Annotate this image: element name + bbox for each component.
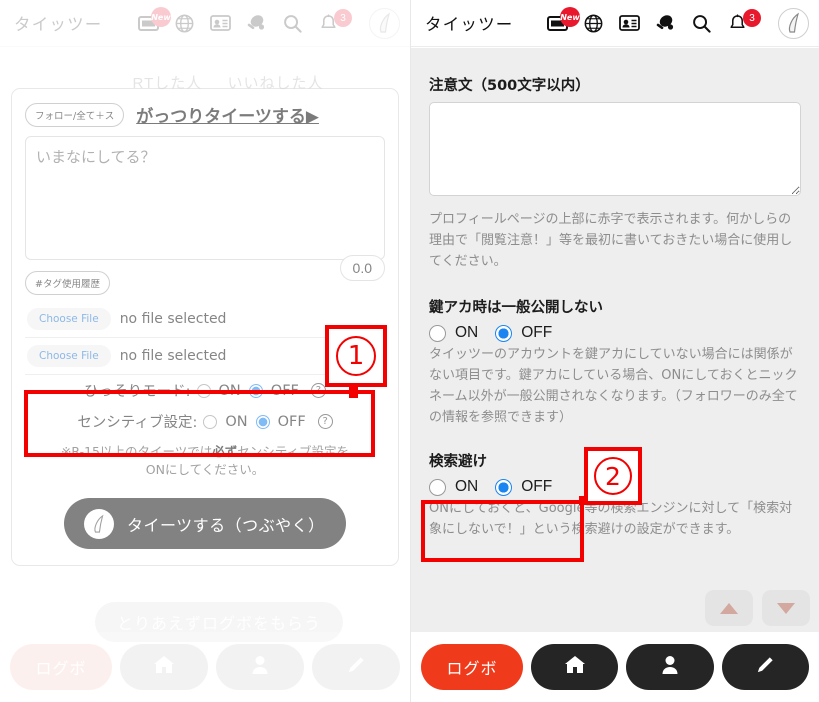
pencil-icon (755, 654, 776, 680)
home-icon (563, 654, 587, 681)
ticket-icon[interactable]: New (137, 7, 171, 34)
logbo-button-label: ログボ (35, 659, 87, 678)
pingpong-icon[interactable] (245, 12, 267, 34)
full-compose-link[interactable]: がっつりタイーツする▶ (136, 102, 319, 127)
home-button[interactable] (120, 644, 208, 690)
notice-label: 注意文（500文字以内） (429, 78, 590, 94)
new-badge: New (151, 7, 171, 27)
right-appbar-icons: New 3 (546, 7, 809, 39)
logbo-button-label: ログボ (446, 659, 498, 678)
id-card-icon[interactable] (209, 12, 231, 34)
id-card-icon[interactable] (618, 12, 640, 34)
private-account-radios: ON OFF (429, 324, 801, 342)
annotation-2-number: 2 (594, 457, 632, 495)
triangle-down-icon (777, 602, 795, 614)
app-brand: タイッツー (14, 15, 103, 34)
choose-file-button-2[interactable]: Choose File (27, 345, 111, 367)
screenshot-root: タイッツー New 3 RTした人 いいねした人 フォロー/全て＋ス がっつりタ… (0, 0, 819, 702)
tag-row: 0.0 #タグ使用履歴 (25, 255, 385, 295)
globe-icon[interactable] (173, 12, 195, 34)
search-avoid-off-label: OFF (521, 478, 553, 496)
compose-button[interactable] (721, 644, 809, 690)
search-icon[interactable] (690, 12, 712, 34)
right-panel: タイッツー New 3 注意文（500文字以内） プロフィールページの上部に赤字… (410, 0, 819, 702)
annotation-2-marker: 2 (584, 447, 642, 505)
left-appbar-icons: New 3 (137, 7, 400, 39)
choose-file-button-1[interactable]: Choose File (27, 308, 111, 330)
notice-textarea[interactable] (429, 102, 801, 196)
left-panel: タイッツー New 3 RTした人 いいねした人 フォロー/全て＋ス がっつりタ… (0, 0, 410, 702)
left-appbar: タイッツー New 3 (0, 0, 410, 47)
private-account-block: 鍵アカ時は一般公開しない ON OFF タイッツーのアカウントを鍵アカにしていな… (429, 296, 801, 428)
search-avoid-off-radio[interactable] (495, 478, 513, 496)
tweet-submit-label: タイーツする（つぶやく） (127, 515, 325, 535)
private-account-on-radio[interactable] (429, 324, 446, 342)
private-account-label: 鍵アカ時は一般公開しない (429, 300, 603, 317)
right-bottom-nav: ログボ (411, 632, 819, 702)
annotation-1-marker: 1 (325, 325, 387, 387)
search-avoid-on-radio[interactable] (429, 478, 446, 496)
bell-icon[interactable]: 3 (317, 9, 352, 34)
new-badge: New (560, 7, 580, 27)
scroll-arrows (705, 590, 810, 626)
tweet-textarea[interactable] (25, 136, 385, 260)
search-avoid-on-label: ON (455, 478, 479, 496)
compose-button[interactable] (312, 644, 400, 690)
tweet-submit-button[interactable]: タイーツする（つぶやく） (64, 498, 346, 550)
sensitive-note-line2: ONにしてください。 (145, 462, 265, 478)
profile-button[interactable] (216, 644, 304, 690)
file-status-1: no file selected (119, 311, 227, 327)
tweet-logo-icon (84, 508, 114, 539)
app-brand-right: タイッツー (425, 15, 514, 34)
char-counter: 0.0 (339, 255, 385, 281)
right-appbar: タイッツー New 3 (411, 0, 819, 47)
logbo-button[interactable]: ログボ (421, 644, 523, 690)
annotation-2-box (421, 500, 584, 562)
globe-icon[interactable] (582, 12, 604, 34)
scroll-up-button[interactable] (705, 590, 753, 626)
private-account-description: タイッツーのアカウントを鍵アカにしていない場合には関係がない項目です。鍵アカにし… (429, 347, 798, 426)
annotation-1-box (24, 390, 375, 457)
notification-count-badge: 3 (334, 9, 352, 27)
pencil-icon (346, 654, 367, 680)
notice-block: 注意文（500文字以内） プロフィールページの上部に赤字で表示されます。何かしら… (429, 74, 801, 272)
compose-header: フォロー/全て＋ス がっつりタイーツする▶ (25, 102, 385, 127)
private-account-on-label: ON (455, 324, 479, 342)
triangle-up-icon (720, 602, 738, 614)
tag-history-pill[interactable]: #タグ使用履歴 (25, 271, 110, 295)
search-icon[interactable] (281, 12, 303, 34)
file-status-2: no file selected (119, 348, 227, 364)
scroll-down-button[interactable] (762, 590, 810, 626)
home-icon (152, 654, 176, 681)
left-bottom-nav: ログボ (0, 632, 410, 702)
person-icon (250, 654, 270, 681)
pingpong-icon[interactable] (654, 12, 676, 34)
bell-icon[interactable]: 3 (726, 9, 761, 34)
notification-count-badge: 3 (743, 9, 761, 27)
notice-description: プロフィールページの上部に赤字で表示されます。何かしらの理由で「閲覧注意！」等を… (429, 212, 793, 270)
ticket-icon[interactable]: New (546, 7, 580, 34)
avatar[interactable] (369, 7, 400, 39)
annotation-1-number: 1 (336, 336, 376, 376)
private-account-off-radio[interactable] (495, 324, 513, 342)
scope-pill[interactable]: フォロー/全て＋ス (25, 102, 125, 127)
home-button[interactable] (531, 644, 619, 690)
profile-button[interactable] (626, 644, 714, 690)
person-icon (660, 654, 680, 681)
logbo-button[interactable]: ログボ (10, 644, 112, 690)
settings-body: 注意文（500文字以内） プロフィールページの上部に赤字で表示されます。何かしら… (411, 48, 819, 702)
private-account-off-label: OFF (521, 324, 553, 342)
avatar[interactable] (778, 7, 809, 39)
